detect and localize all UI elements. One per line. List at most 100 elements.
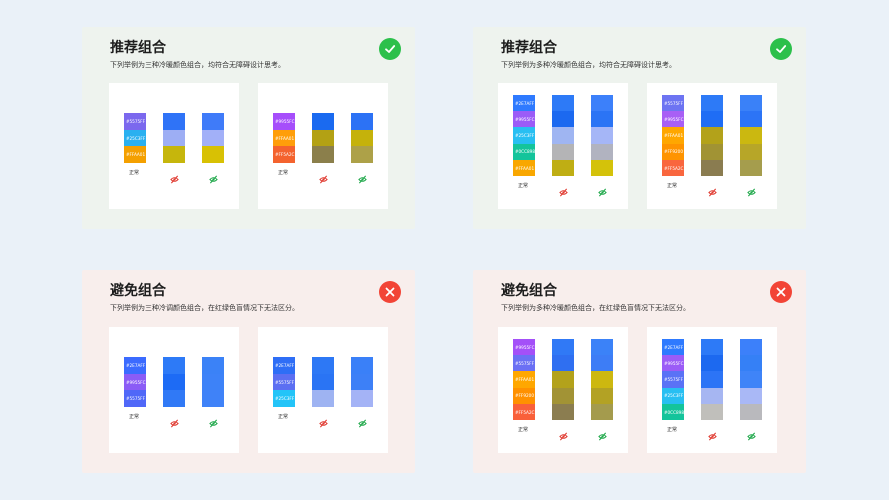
- palette-card: #9955FC #FFAA01 #FF5A2C 正常: [258, 83, 388, 209]
- simulated-swatch: [701, 159, 723, 177]
- simulated-swatch: [202, 373, 224, 391]
- simulated-swatch: [591, 387, 613, 405]
- cross-icon: [379, 281, 401, 303]
- avoid-panel: 避免组合 下列举例为三种冷调颜色组合，在红绿色盲情况下无法区分。 #2E7AFF #9…: [82, 270, 415, 473]
- simulated-swatch: [591, 143, 613, 161]
- color-swatch: #0CC898: [662, 403, 684, 421]
- recommend-panel: 推荐组合 下列举例为三种冷暖颜色组合，均符合无障碍设计思考。 #5575FF #25C…: [82, 27, 415, 229]
- color-swatch: #FFAA01: [513, 159, 535, 177]
- simulated-swatch: [701, 127, 723, 145]
- color-swatch: #5575FF: [124, 113, 146, 130]
- eye-slash-green-icon: [208, 169, 218, 183]
- color-swatch: #9955FC: [513, 339, 535, 356]
- panel-subtitle: 下列举例为多种冷暖颜色组合，均符合无障碍设计思考。: [501, 61, 676, 69]
- simulated-swatch: [552, 403, 574, 421]
- simulated-swatch: [312, 373, 334, 391]
- simulated-swatch: [591, 111, 613, 128]
- simulated-swatch: [202, 113, 224, 130]
- eye-slash-green-icon: [746, 426, 756, 441]
- recommend-panel: 推荐组合 下列举例为多种冷暖颜色组合，均符合无障碍设计思考。 #2E7AFF #995…: [473, 27, 806, 229]
- eye-slash-red-icon: [318, 169, 328, 183]
- simulated-swatch: [591, 371, 613, 389]
- color-swatch: #25C3FF: [662, 387, 684, 405]
- color-swatch: #FF5A2C: [662, 159, 684, 177]
- eye-slash-red-icon: [169, 413, 179, 427]
- simulated-swatch: [351, 113, 373, 130]
- simulated-swatch: [552, 339, 574, 356]
- color-swatch: #FF9200: [513, 387, 535, 405]
- cross-icon: [770, 281, 792, 303]
- color-swatch: #2E7AFF: [513, 95, 535, 112]
- color-swatch: #5575FF: [662, 371, 684, 389]
- palette-card: #5575FF #25C3FF #FFAA01 正常: [109, 83, 239, 209]
- panel-subtitle: 下列举例为多种冷暖颜色组合，在红绿色盲情况下无法区分。: [501, 304, 690, 312]
- color-swatch: #5575FF: [662, 95, 684, 112]
- color-swatch: #5575FF: [513, 355, 535, 372]
- simulated-swatch: [740, 387, 762, 405]
- simulated-swatch: [701, 143, 723, 161]
- simulated-swatch: [163, 373, 185, 391]
- panel-title: 推荐组合: [110, 40, 166, 56]
- color-swatch: #25C3FF: [273, 390, 295, 407]
- color-swatch: #5575FF: [124, 390, 146, 407]
- simulated-swatch: [701, 111, 723, 128]
- simulated-swatch: [312, 357, 334, 374]
- eye-slash-green-icon: [597, 426, 607, 441]
- color-swatch: #9955FC: [273, 113, 295, 130]
- palette-card: #9955FC #5575FF #FFAA01 #FF9200 #FF5A2C 正常: [498, 327, 628, 453]
- color-swatch: #FF5A2C: [513, 403, 535, 421]
- color-swatch: #9955FC: [124, 373, 146, 391]
- color-swatch: #FF5A2C: [273, 146, 295, 163]
- simulated-swatch: [351, 390, 373, 407]
- simulated-swatch: [591, 127, 613, 145]
- color-swatch: #9955FC: [662, 355, 684, 372]
- palette-card: #2E7AFF #5575FF #25C3FF 正常: [258, 327, 388, 453]
- simulated-swatch: [351, 357, 373, 374]
- simulated-swatch: [312, 129, 334, 147]
- simulated-swatch: [740, 127, 762, 145]
- color-swatch: #25C3FF: [124, 129, 146, 147]
- color-swatch: #FFAA01: [124, 146, 146, 163]
- simulated-swatch: [701, 403, 723, 421]
- simulated-swatch: [163, 129, 185, 147]
- eye-slash-red-icon: [558, 426, 568, 441]
- simulated-swatch: [552, 95, 574, 112]
- simulated-swatch: [740, 403, 762, 421]
- simulated-swatch: [202, 357, 224, 374]
- palette-card: #2E7AFF #9955FC #5575FF #25C3FF #0CC898 正常: [647, 327, 777, 453]
- eye-slash-green-icon: [357, 413, 367, 427]
- simulated-swatch: [552, 111, 574, 128]
- check-icon: [379, 38, 401, 60]
- eye-slash-red-icon: [169, 169, 179, 183]
- simulated-swatch: [701, 355, 723, 372]
- simulated-swatch: [701, 339, 723, 356]
- normal-label: 正常: [667, 183, 678, 189]
- simulated-swatch: [312, 146, 334, 163]
- simulated-swatch: [740, 95, 762, 112]
- color-swatch: #FFAA01: [513, 371, 535, 389]
- simulated-swatch: [202, 390, 224, 407]
- color-swatch: #0CC898: [513, 143, 535, 161]
- simulated-swatch: [163, 146, 185, 163]
- simulated-swatch: [740, 111, 762, 128]
- simulated-swatch: [591, 403, 613, 421]
- simulated-swatch: [163, 113, 185, 130]
- simulated-swatch: [552, 355, 574, 372]
- eye-slash-green-icon: [208, 413, 218, 427]
- simulated-swatch: [701, 387, 723, 405]
- eye-slash-green-icon: [357, 169, 367, 183]
- simulated-swatch: [351, 129, 373, 147]
- simulated-swatch: [740, 159, 762, 177]
- simulated-swatch: [740, 339, 762, 356]
- simulated-swatch: [701, 95, 723, 112]
- color-swatch: #2E7AFF: [273, 357, 295, 374]
- eye-slash-red-icon: [707, 426, 717, 441]
- simulated-swatch: [202, 146, 224, 163]
- simulated-swatch: [591, 159, 613, 177]
- check-icon: [770, 38, 792, 60]
- simulated-swatch: [591, 339, 613, 356]
- normal-label: 正常: [129, 169, 140, 176]
- simulated-swatch: [591, 355, 613, 372]
- simulated-swatch: [552, 387, 574, 405]
- simulated-swatch: [740, 143, 762, 161]
